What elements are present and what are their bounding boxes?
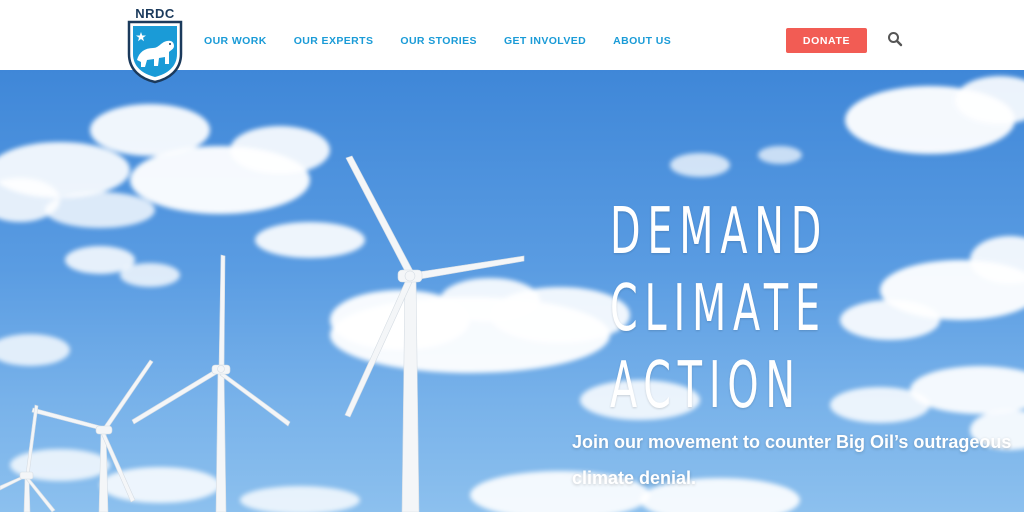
headline-line-climate: CLIMATE: [610, 272, 827, 346]
nav-our-stories[interactable]: OUR STORIES: [400, 35, 477, 47]
site-header: NRDC OUR WORK OUR EXPERTS OUR STORIES GE…: [0, 0, 1024, 84]
nav-our-work[interactable]: OUR WORK: [204, 35, 267, 47]
logo-text: NRDC: [135, 6, 175, 21]
search-icon[interactable]: [887, 31, 903, 47]
hero-headline: DEMAND CLIMATE ACTION: [610, 194, 910, 425]
hero-banner: DEMAND CLIMATE ACTION Join our movement …: [0, 70, 1024, 512]
nrdc-logo[interactable]: NRDC: [125, 6, 185, 84]
hero-subtext: Join our movement to counter Big Oil’s o…: [572, 432, 1012, 488]
nav-about-us[interactable]: ABOUT US: [613, 35, 671, 47]
headline-line-action: ACTION: [610, 349, 802, 423]
polar-bear-shield-icon: [127, 20, 183, 84]
nav-get-involved[interactable]: GET INVOLVED: [504, 35, 586, 47]
nav-our-experts[interactable]: OUR EXPERTS: [294, 35, 374, 47]
donate-button[interactable]: DONATE: [786, 28, 867, 53]
headline-line-demand: DEMAND: [610, 195, 829, 269]
main-nav: OUR WORK OUR EXPERTS OUR STORIES GET INV…: [204, 35, 698, 47]
